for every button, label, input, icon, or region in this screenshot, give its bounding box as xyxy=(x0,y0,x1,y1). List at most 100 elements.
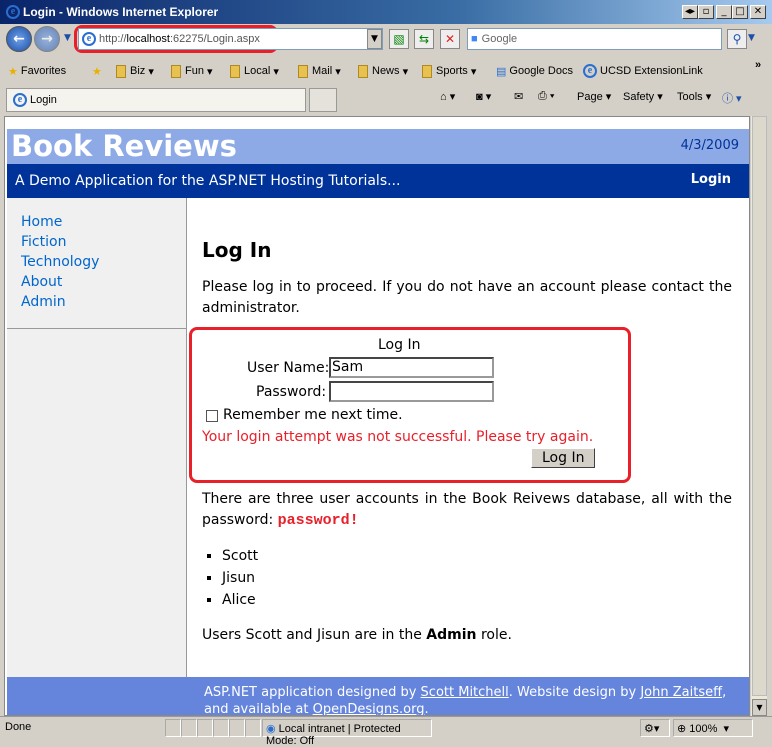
footer-link-designer[interactable]: John Zaitseff xyxy=(640,685,722,700)
close-button[interactable]: ✕ xyxy=(750,5,766,19)
ie-icon: e xyxy=(583,64,597,78)
more-favorites-icon[interactable]: » xyxy=(755,54,761,76)
status-cell xyxy=(197,719,213,737)
page-content: Book Reviews 4/3/2009 A Demo Application… xyxy=(4,116,750,716)
folder-label: Biz xyxy=(130,65,146,77)
list-item: Alice xyxy=(222,589,732,611)
roles-text-end: role. xyxy=(480,627,512,643)
address-bar[interactable]: e http://localhost:62275/Login.aspx xyxy=(78,28,383,50)
link-label: UCSD ExtensionLink xyxy=(600,65,703,77)
fav-folder-local[interactable]: Local ▾ xyxy=(230,60,279,82)
menu-label: Page xyxy=(577,91,603,103)
folder-label: Local xyxy=(244,65,271,77)
google-icon: ■ xyxy=(471,33,478,45)
subtitle: A Demo Application for the ASP.NET Hosti… xyxy=(15,173,401,189)
scroll-down-button[interactable]: ▼ xyxy=(752,699,767,716)
maximize-button[interactable]: □ xyxy=(732,5,748,19)
intro-text: Please log in to proceed. If you do not … xyxy=(202,279,732,316)
username-input[interactable]: Sam xyxy=(329,357,494,378)
footer-link-opendesigns[interactable]: OpenDesigns.org xyxy=(313,702,425,715)
mail-icon[interactable]: ✉ xyxy=(514,90,523,103)
sidebar-item-home[interactable]: Home xyxy=(21,212,186,232)
page-icon: e xyxy=(82,32,96,46)
forward-button[interactable]: → xyxy=(34,26,60,52)
address-dropdown[interactable]: ▼ xyxy=(367,29,382,49)
sidebar-item-about[interactable]: About xyxy=(21,272,186,292)
scroll-thumb[interactable] xyxy=(752,116,767,696)
refresh-icon[interactable]: ⇆ xyxy=(414,29,434,49)
safety-menu[interactable]: Safety ▾ xyxy=(623,90,663,103)
back-button[interactable]: ← xyxy=(6,26,32,52)
site-header: Book Reviews 4/3/2009 xyxy=(7,129,749,164)
tab-login[interactable]: e Login xyxy=(6,88,306,112)
vertical-scrollbar[interactable]: ▼ xyxy=(750,116,767,716)
fav-folder-sports[interactable]: Sports ▾ xyxy=(422,60,476,82)
status-text: Done xyxy=(5,721,32,733)
fav-folder-fun[interactable]: Fun ▾ xyxy=(171,60,213,82)
favorites-label: Favorites xyxy=(20,65,67,77)
fav-folder-biz[interactable]: Biz ▾ xyxy=(116,60,154,82)
search-input[interactable]: ■ Google xyxy=(467,28,722,50)
star-icon: ★ xyxy=(8,65,18,78)
login-link[interactable]: Login xyxy=(691,172,731,187)
fav-link-google-docs[interactable]: ▤ Google Docs xyxy=(496,60,573,82)
title-bar: e Login - Windows Internet Explorer xyxy=(0,0,772,24)
ie-icon: e xyxy=(6,5,20,19)
status-cell xyxy=(165,719,181,737)
folder-label: Mail xyxy=(312,65,333,77)
folder-icon xyxy=(422,64,432,78)
add-favorites-icon[interactable]: ★ xyxy=(92,60,102,82)
link-label: Google Docs xyxy=(509,65,573,77)
folder-label: News xyxy=(372,65,400,77)
favorites-button[interactable]: ★ Favorites xyxy=(8,60,66,82)
document-icon: ▤ xyxy=(496,65,507,78)
subtitle-bar: A Demo Application for the ASP.NET Hosti… xyxy=(7,164,749,198)
folder-icon xyxy=(358,64,368,78)
fav-folder-news[interactable]: News ▾ xyxy=(358,60,408,82)
list-item: Scott xyxy=(222,545,732,567)
sidebar-item-fiction[interactable]: Fiction xyxy=(21,232,186,252)
print-icon[interactable]: ⎙ ▾ xyxy=(538,90,554,103)
footer-text: ASP.NET application designed by xyxy=(204,685,417,700)
zone-indicator[interactable]: ◉ Local intranet | Protected Mode: Off xyxy=(262,719,432,747)
folder-icon xyxy=(116,64,126,78)
zoom-icon: ⊕ xyxy=(677,723,687,735)
roles-text: Users Scott and Jisun are in the xyxy=(202,627,422,643)
login-button[interactable]: Log In xyxy=(531,448,596,468)
sidebar: Home Fiction Technology About Admin xyxy=(7,198,187,677)
tools-menu[interactable]: Tools ▾ xyxy=(677,90,711,103)
zoom-control[interactable]: ⊕ 100% ▾ xyxy=(673,719,753,737)
new-tab-button[interactable] xyxy=(309,88,337,112)
feeds-icon[interactable]: ◙ ▾ xyxy=(476,90,491,103)
compatibility-icon[interactable]: ▧ xyxy=(389,29,409,49)
sidebar-item-technology[interactable]: Technology xyxy=(21,252,186,272)
sidebar-item-admin[interactable]: Admin xyxy=(21,292,186,312)
status-cell xyxy=(181,719,197,737)
help-icon[interactable]: ⓘ ▾ xyxy=(722,90,742,106)
page-menu[interactable]: Page ▾ xyxy=(577,90,611,103)
flip-icon[interactable]: ▫ xyxy=(698,5,714,19)
list-item: Jisun xyxy=(222,567,732,589)
search-button[interactable]: ⚲ xyxy=(727,29,747,49)
minimize-button[interactable]: _ xyxy=(716,5,732,19)
home-icon[interactable]: ⌂ ▾ xyxy=(440,90,455,103)
footer-link-author[interactable]: Scott Mitchell xyxy=(421,685,509,700)
fav-link-ucsd[interactable]: e UCSD ExtensionLink xyxy=(583,60,703,82)
window-title: Login - Windows Internet Explorer xyxy=(23,5,219,19)
search-options-icon[interactable]: ▼ xyxy=(748,33,755,43)
status-cell xyxy=(213,719,229,737)
protected-mode-icon[interactable]: ⚙▾ xyxy=(640,719,670,737)
fav-folder-mail[interactable]: Mail ▾ xyxy=(298,60,341,82)
url-prefix: http:// xyxy=(99,33,127,45)
password-input[interactable] xyxy=(329,381,494,402)
remember-checkbox[interactable] xyxy=(206,409,218,422)
tab-label: Login xyxy=(30,94,57,106)
ie-icon: e xyxy=(13,93,27,107)
password-label: Password: xyxy=(256,384,327,400)
password-hint: password! xyxy=(277,512,359,529)
remember-label: Remember me next time. xyxy=(223,407,403,423)
history-dropdown-icon[interactable]: ▼ xyxy=(64,33,71,43)
zone-text: Local intranet | Protected Mode: Off xyxy=(266,723,401,747)
restore-icon[interactable]: ◂▸ xyxy=(682,5,698,19)
stop-icon[interactable]: ✕ xyxy=(440,29,460,49)
